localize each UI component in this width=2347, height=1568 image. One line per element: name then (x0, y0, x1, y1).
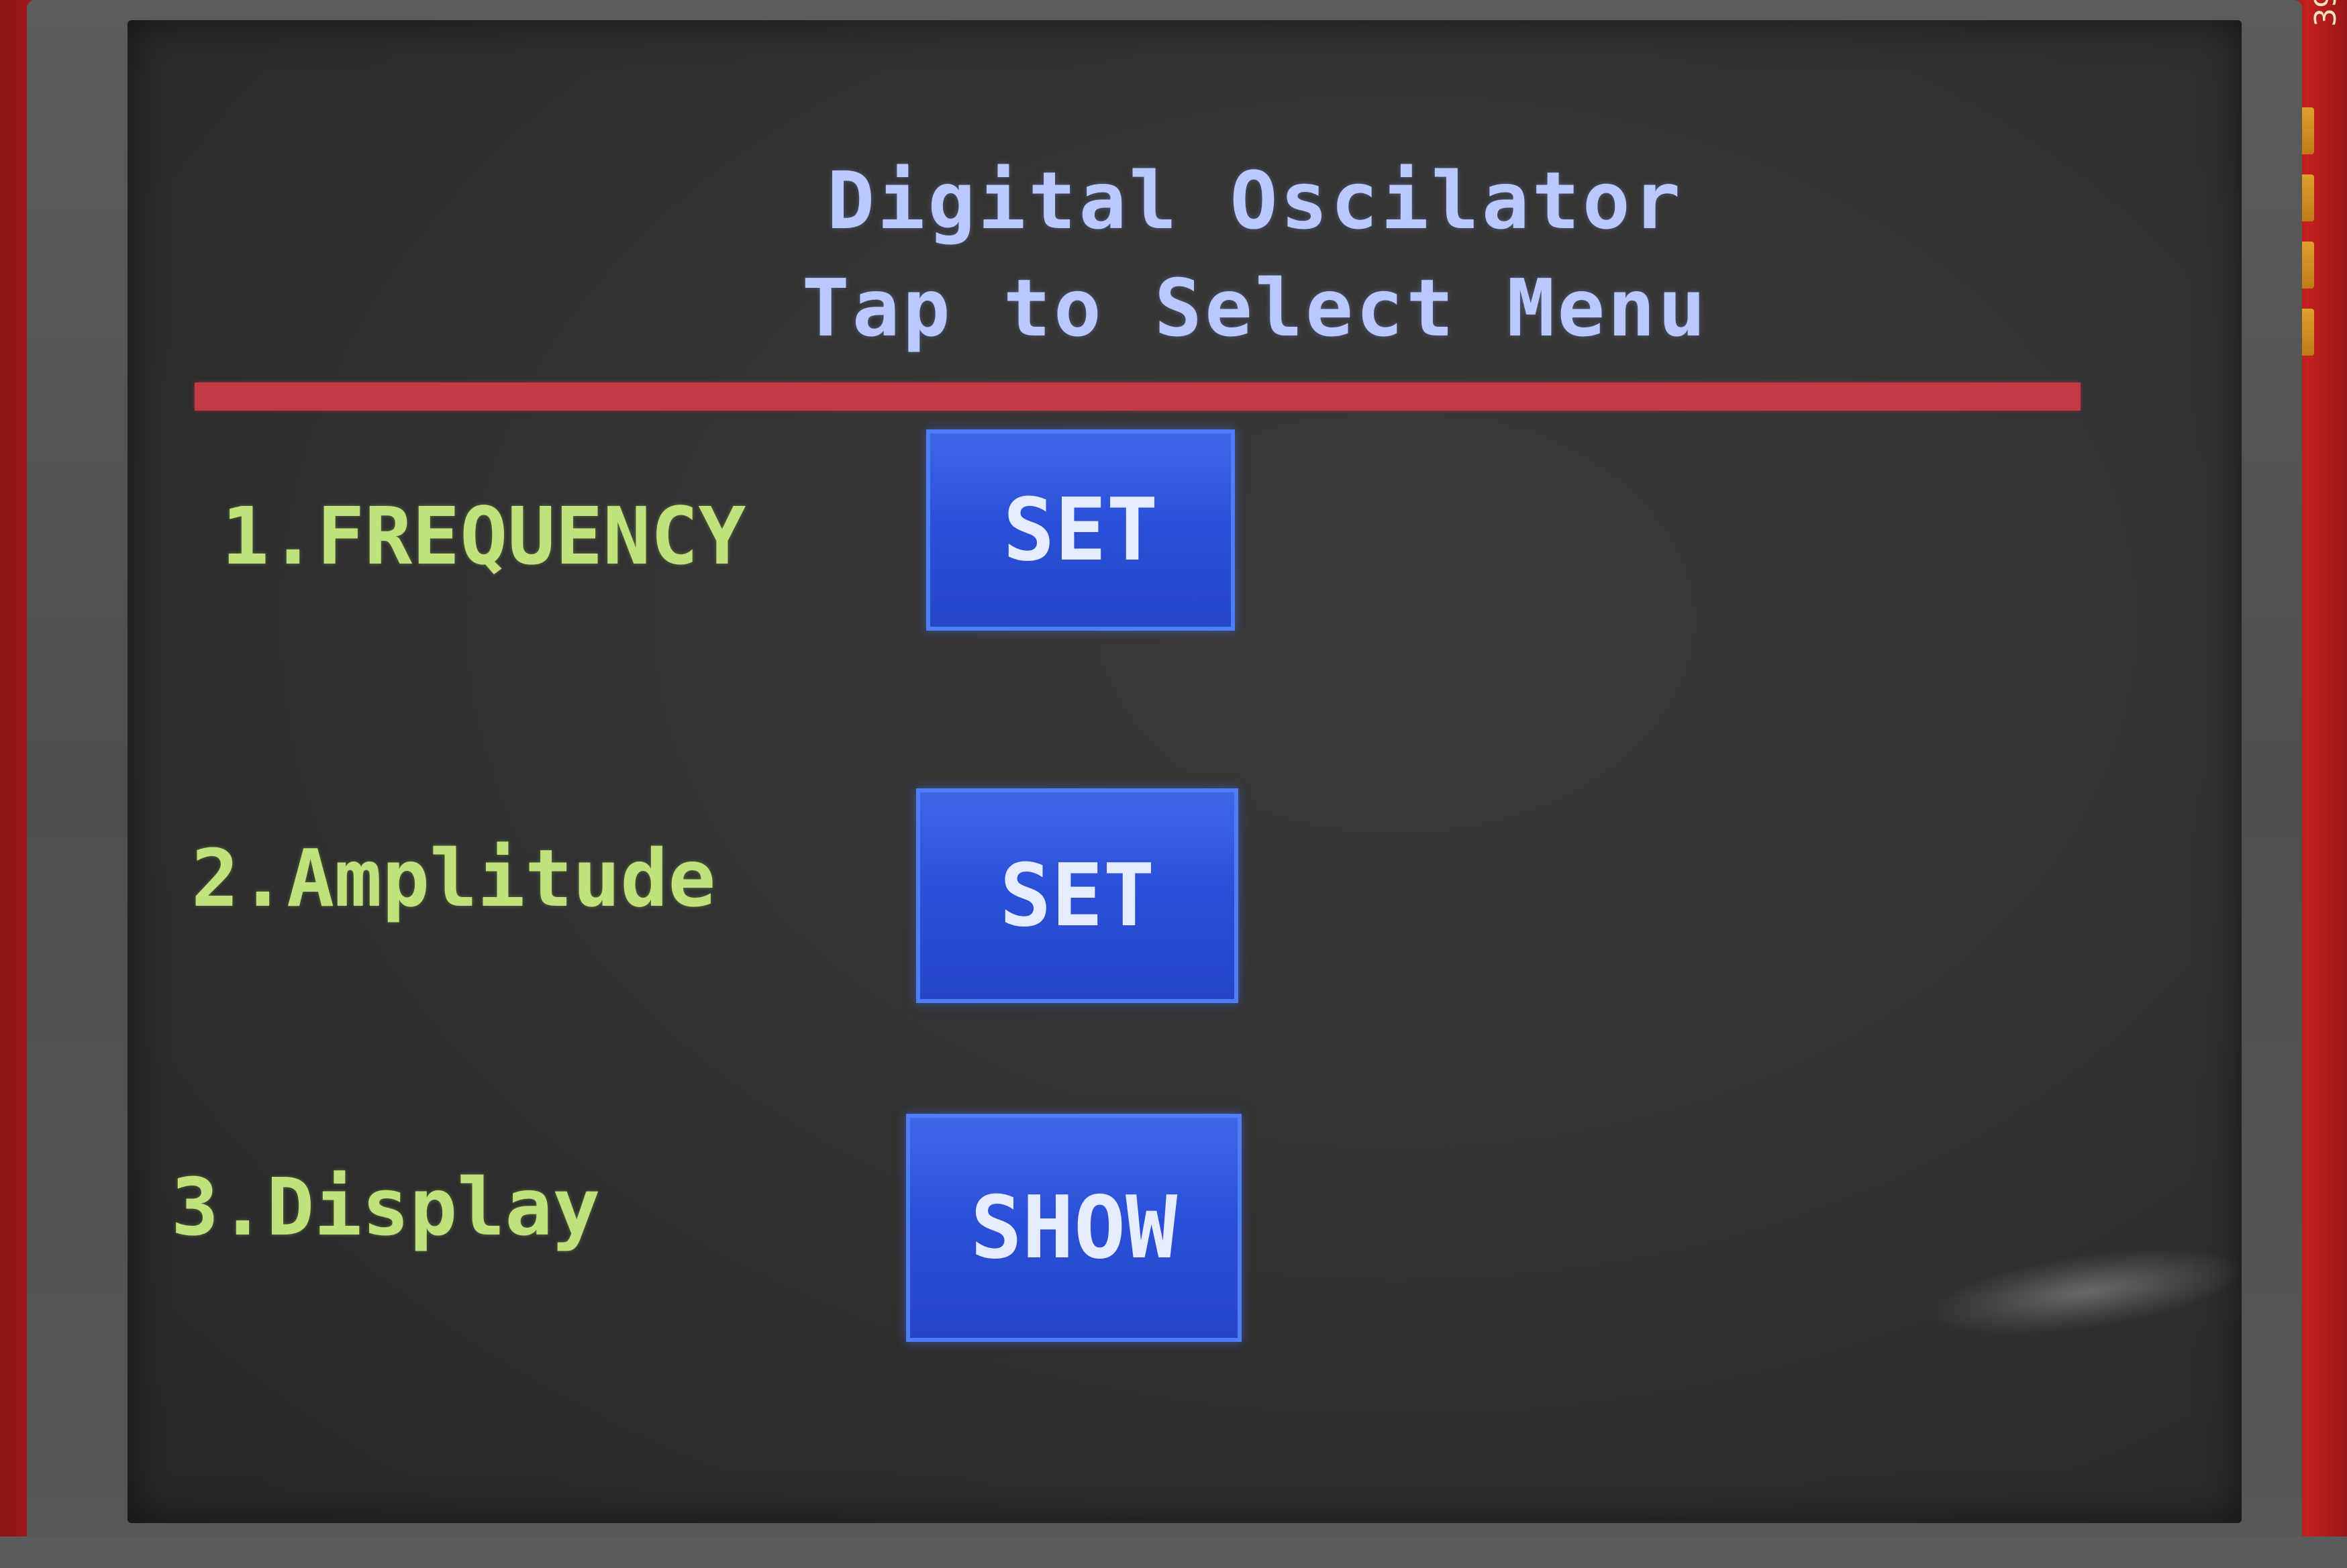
device-photo: 39 Digital Oscilator Tap to Select Menu … (0, 0, 2347, 1568)
menu-label-frequency: 1.FREQUENCY (221, 490, 746, 582)
screen-subtitle: Tap to Select Menu (801, 262, 1709, 354)
lcd-screen: Digital Oscilator Tap to Select Menu 1.F… (128, 20, 2252, 1523)
bezel-bottom-edge (0, 1536, 2347, 1568)
menu-label-display: 3.Display (171, 1161, 601, 1253)
menu-label-amplitude: 2.Amplitude (191, 832, 716, 925)
pcb-silkscreen-label: 39 (2309, 0, 2343, 27)
screen-title: Digital Oscilator (827, 154, 1683, 247)
lcd-bezel: Digital Oscilator Tap to Select Menu 1.F… (27, 0, 2302, 1557)
display-show-button[interactable]: SHOW (906, 1114, 1242, 1342)
screen-glare (1922, 1233, 2252, 1351)
amplitude-set-button[interactable]: SET (916, 788, 1238, 1003)
frequency-set-button[interactable]: SET (926, 429, 1235, 631)
header-divider (195, 382, 2081, 411)
